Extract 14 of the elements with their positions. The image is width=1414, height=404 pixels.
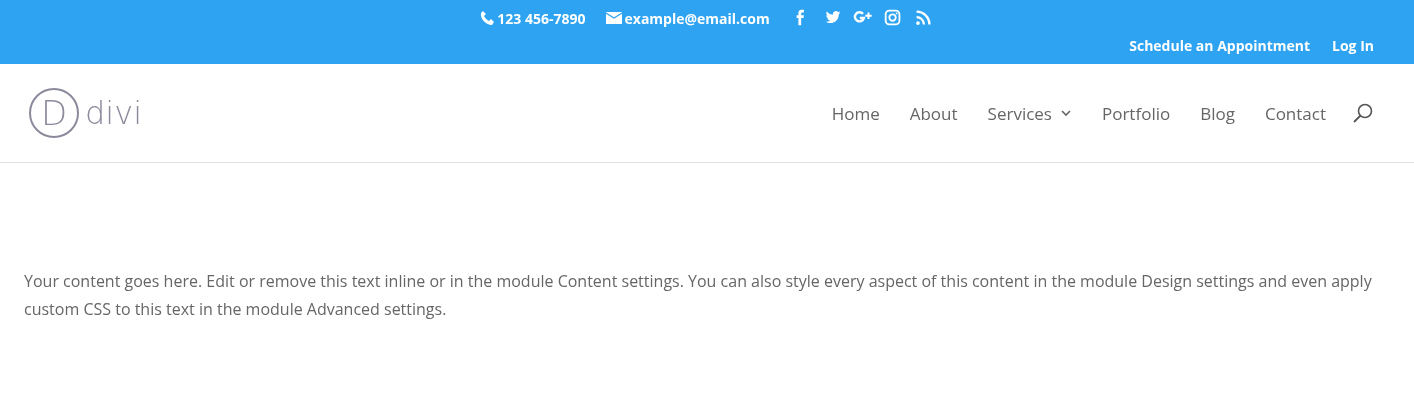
search-icon[interactable] [1352, 102, 1374, 124]
nav-link[interactable]: Portfolio [1101, 101, 1171, 125]
logo-mark: D [29, 88, 79, 138]
nav-link[interactable]: Services [987, 101, 1072, 125]
email-address: example@email.com [624, 8, 770, 28]
nav-link[interactable]: Contact [1264, 101, 1326, 125]
envelope-icon [605, 12, 622, 24]
nav-link[interactable]: About [909, 101, 958, 125]
phone-icon [480, 10, 495, 26]
body-text: Your content goes here. Edit or remove this text inline or in the module Content settings. You can also style every aspect of this content in the module Design settings and even apply custom CSS to this text in the module Advanced settings. [24, 269, 1373, 322]
phone-number: 123 456-7890 [497, 8, 586, 28]
nav-link[interactable]: Home [831, 101, 880, 125]
logo-name: divi [85, 94, 143, 132]
nav-link[interactable]: Blog [1200, 101, 1235, 125]
